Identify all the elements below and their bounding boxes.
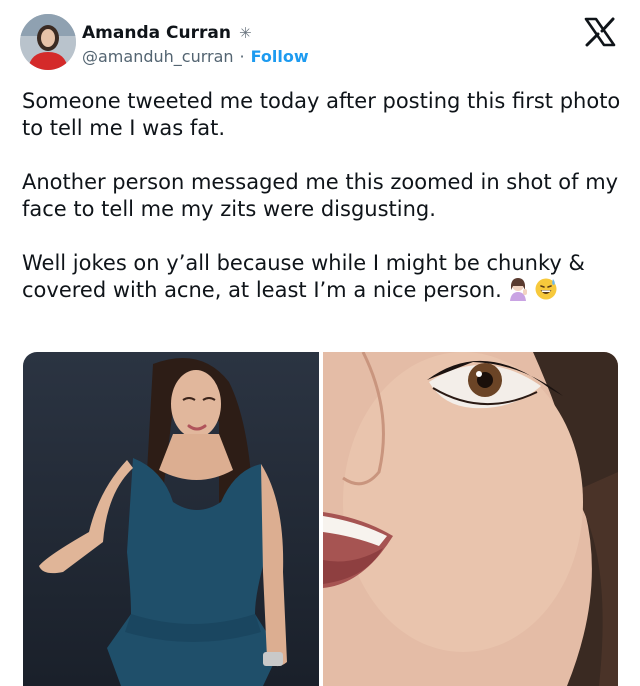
avatar[interactable] <box>20 14 76 70</box>
tweet-media[interactable] <box>23 352 618 686</box>
tweet-paragraph-3: Well jokes on y’all because while I migh… <box>22 251 585 302</box>
photo-face-closeup[interactable] <box>323 352 618 686</box>
author-name[interactable]: Amanda Curran <box>82 23 231 43</box>
author-handle[interactable]: @amanduh_curran <box>82 47 234 66</box>
author-handle-row: @amanduh_curran · Follow <box>82 44 309 68</box>
tweet-card: Amanda Curran ✳ @amanduh_curran · Follow… <box>0 0 640 686</box>
tweet-paragraph-2: Another person messaged me this zoomed i… <box>22 170 619 221</box>
author-name-row: Amanda Curran ✳ <box>82 20 252 46</box>
tweet-text: Someone tweeted me today after posting t… <box>22 88 622 308</box>
tweet-paragraph-1: Someone tweeted me today after posting t… <box>22 89 621 140</box>
separator-dot: · <box>239 46 245 66</box>
verified-badge-icon: ✳ <box>238 23 252 42</box>
woman-tipping-hand-icon <box>506 277 530 308</box>
grinning-sweat-icon <box>534 277 558 308</box>
follow-button[interactable]: Follow <box>251 47 309 66</box>
tweet-paragraph-3-wrap: Well jokes on y’all because while I migh… <box>22 250 622 308</box>
photo-full-body[interactable] <box>23 352 319 686</box>
x-logo-icon[interactable] <box>583 17 617 47</box>
